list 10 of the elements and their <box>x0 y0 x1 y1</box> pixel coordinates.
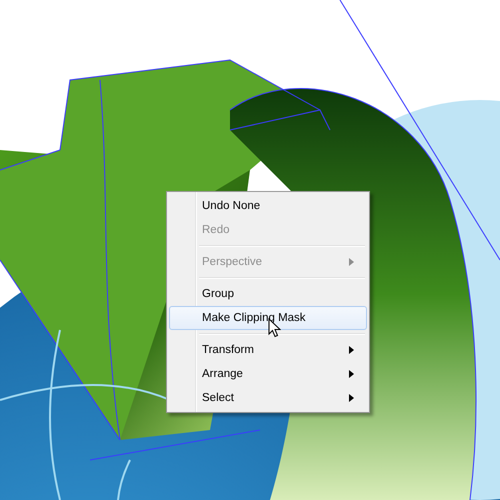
menu-item[interactable]: Transform <box>169 338 367 362</box>
menu-item[interactable]: Group <box>169 282 367 306</box>
menu-item[interactable]: Undo None <box>169 194 367 218</box>
submenu-arrow-icon <box>349 394 354 402</box>
submenu-arrow-icon <box>349 346 354 354</box>
submenu-arrow-icon <box>349 370 354 378</box>
menu-item[interactable]: Arrange <box>169 362 367 386</box>
submenu-arrow-icon <box>349 258 354 266</box>
menu-item[interactable]: Select <box>169 386 367 410</box>
menu-item[interactable]: Make Clipping Mask <box>169 306 367 330</box>
